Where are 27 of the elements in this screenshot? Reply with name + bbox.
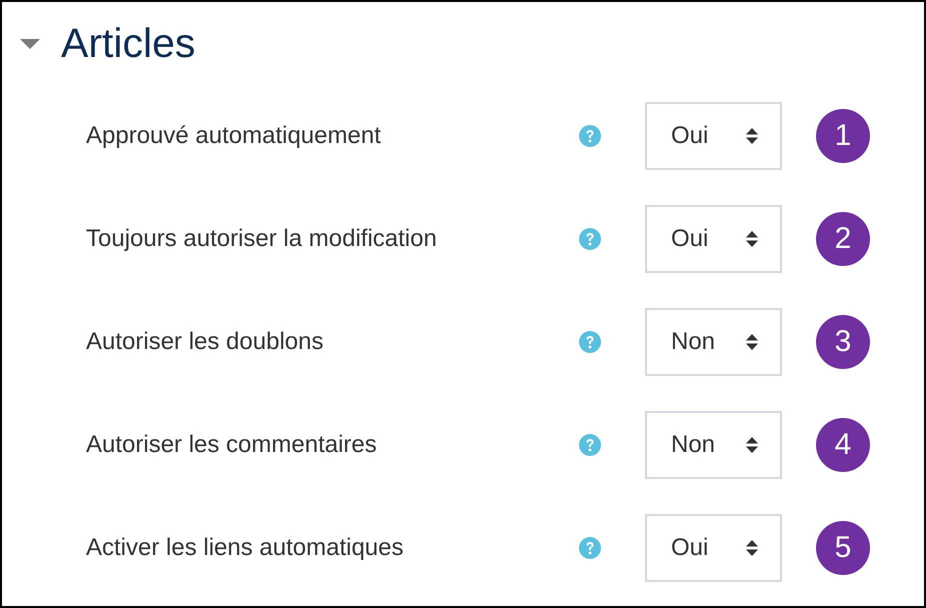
setting-label: Toujours autoriser la modification <box>86 224 438 254</box>
step-number-badge: 5 <box>816 520 870 574</box>
help-icon[interactable] <box>579 536 601 558</box>
collapse-caret-icon[interactable] <box>19 36 41 50</box>
sort-caret-icon <box>746 230 758 246</box>
sort-caret-icon <box>746 128 758 144</box>
select-dropdown[interactable]: Non <box>645 410 782 478</box>
step-number-badge: 1 <box>816 108 870 162</box>
setting-label: Autoriser les commentaires <box>86 430 378 460</box>
setting-label: Activer les liens automatiques <box>86 532 404 562</box>
help-icon[interactable] <box>579 228 601 250</box>
help-icon[interactable] <box>579 434 601 456</box>
help-icon[interactable] <box>579 330 601 352</box>
help-icon[interactable] <box>579 124 601 146</box>
select-dropdown[interactable]: Oui <box>645 102 782 170</box>
step-number-badge: 3 <box>816 314 870 368</box>
step-number-badge: 2 <box>816 212 870 266</box>
setting-label: Autoriser les doublons <box>86 326 324 356</box>
sort-caret-icon <box>746 540 758 556</box>
step-number-badge: 4 <box>816 418 870 472</box>
sort-caret-icon <box>746 334 758 350</box>
section-title: Articles <box>61 22 196 64</box>
select-dropdown[interactable]: Oui <box>645 204 782 272</box>
sort-caret-icon <box>746 436 758 452</box>
setting-label: Approuvé automatiquement <box>86 120 382 150</box>
select-dropdown[interactable]: Oui <box>645 514 782 582</box>
select-dropdown[interactable]: Non <box>645 308 782 376</box>
